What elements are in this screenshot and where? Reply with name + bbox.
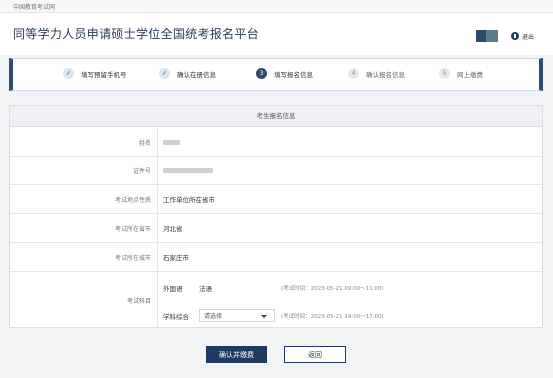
- name-value: [163, 128, 180, 156]
- id-value: [163, 157, 213, 184]
- subject-comprehensive: 学科综合 请选择 (考试时间：2023-05-21 14:00～17:00): [163, 309, 384, 322]
- masked-name: [163, 139, 180, 145]
- step-number: 5: [439, 68, 450, 79]
- step-confirm-registry: ✓ 确认在册信息: [159, 68, 216, 79]
- registration-form: 考生报名信息 姓名 证件号 考试地点性质 工作单位所在省市 考试所在省市 河北省…: [9, 105, 543, 328]
- subject1-time: (考试时间：2023-05-21 09:00～11:00): [281, 285, 384, 292]
- step-phone: ✓ 填写预留手机号: [63, 68, 127, 79]
- step-number: 3: [256, 68, 267, 79]
- section-title: 考生报名信息: [10, 106, 542, 127]
- site-name[interactable]: 中国教育考试网: [13, 2, 55, 11]
- subject1-name: 外国语: [163, 284, 183, 293]
- name-label: 姓名: [10, 128, 158, 156]
- city-label: 考试所在城市: [10, 243, 158, 271]
- chevron-down-icon: [261, 315, 267, 318]
- province-value: 河北省: [163, 225, 183, 233]
- step-fill-registration: 3 填写报名信息: [256, 68, 313, 79]
- step-label: 填写预留手机号: [81, 70, 127, 79]
- logout-button[interactable]: 退出: [511, 29, 534, 43]
- masked-id: [163, 168, 213, 173]
- subject2-select[interactable]: 请选择: [199, 309, 275, 322]
- province-row: 考试所在省市 河北省: [10, 214, 542, 243]
- province-label: 考试所在省市: [10, 214, 158, 242]
- subject-foreign-language: 外国语 法语 (考试时间：2023-05-21 09:00～11:00): [163, 281, 384, 294]
- subject2-time: (考试时间：2023-05-21 14:00～17:00): [281, 313, 384, 320]
- header: 同等学力人员申请硕士学位全国统考报名平台 退出: [0, 13, 553, 55]
- subject2-name: 学科综合: [163, 312, 189, 321]
- confirm-pay-button[interactable]: 确认并缴费: [206, 346, 267, 363]
- step-label: 确认报名信息: [366, 70, 405, 79]
- subject2-placeholder: 请选择: [204, 313, 223, 320]
- step-confirm-registration: 4 确认报名信息: [348, 68, 405, 79]
- id-label: 证件号: [10, 157, 158, 184]
- step-number: 4: [348, 68, 359, 79]
- location-type-value: 工作单位所在省市: [163, 196, 215, 204]
- id-row: 证件号: [10, 157, 542, 185]
- progress-steps: ✓ 填写预留手机号 ✓ 确认在册信息 3 填写报名信息 4 确认报名信息 5 网…: [9, 58, 543, 91]
- logout-label: 退出: [522, 33, 535, 41]
- logout-icon: [511, 32, 519, 40]
- page-title: 同等学力人员申请硕士学位全国统考报名平台: [13, 27, 260, 41]
- location-type-label: 考试地点性质: [10, 185, 158, 213]
- back-button[interactable]: 返回: [284, 346, 346, 363]
- city-row: 考试所在城市 石家庄市: [10, 243, 542, 272]
- step-payment: 5 网上缴费: [439, 68, 483, 79]
- location-type-row: 考试地点性质 工作单位所在省市: [10, 185, 542, 214]
- top-bar: 中国教育考试网: [0, 0, 553, 13]
- check-icon: ✓: [159, 68, 170, 79]
- name-row: 姓名: [10, 128, 542, 157]
- subjects-row: 考试科目 外国语 法语 (考试时间：2023-05-21 09:00～11:00…: [10, 272, 542, 328]
- step-label: 网上缴费: [457, 70, 483, 79]
- city-value: 石家庄市: [163, 254, 189, 262]
- check-icon: ✓: [63, 68, 74, 79]
- step-label: 确认在册信息: [177, 70, 216, 79]
- step-label: 填写报名信息: [274, 70, 313, 79]
- avatar[interactable]: [476, 30, 498, 42]
- subject1-value: 法语: [199, 284, 212, 293]
- subjects-label: 考试科目: [10, 272, 158, 328]
